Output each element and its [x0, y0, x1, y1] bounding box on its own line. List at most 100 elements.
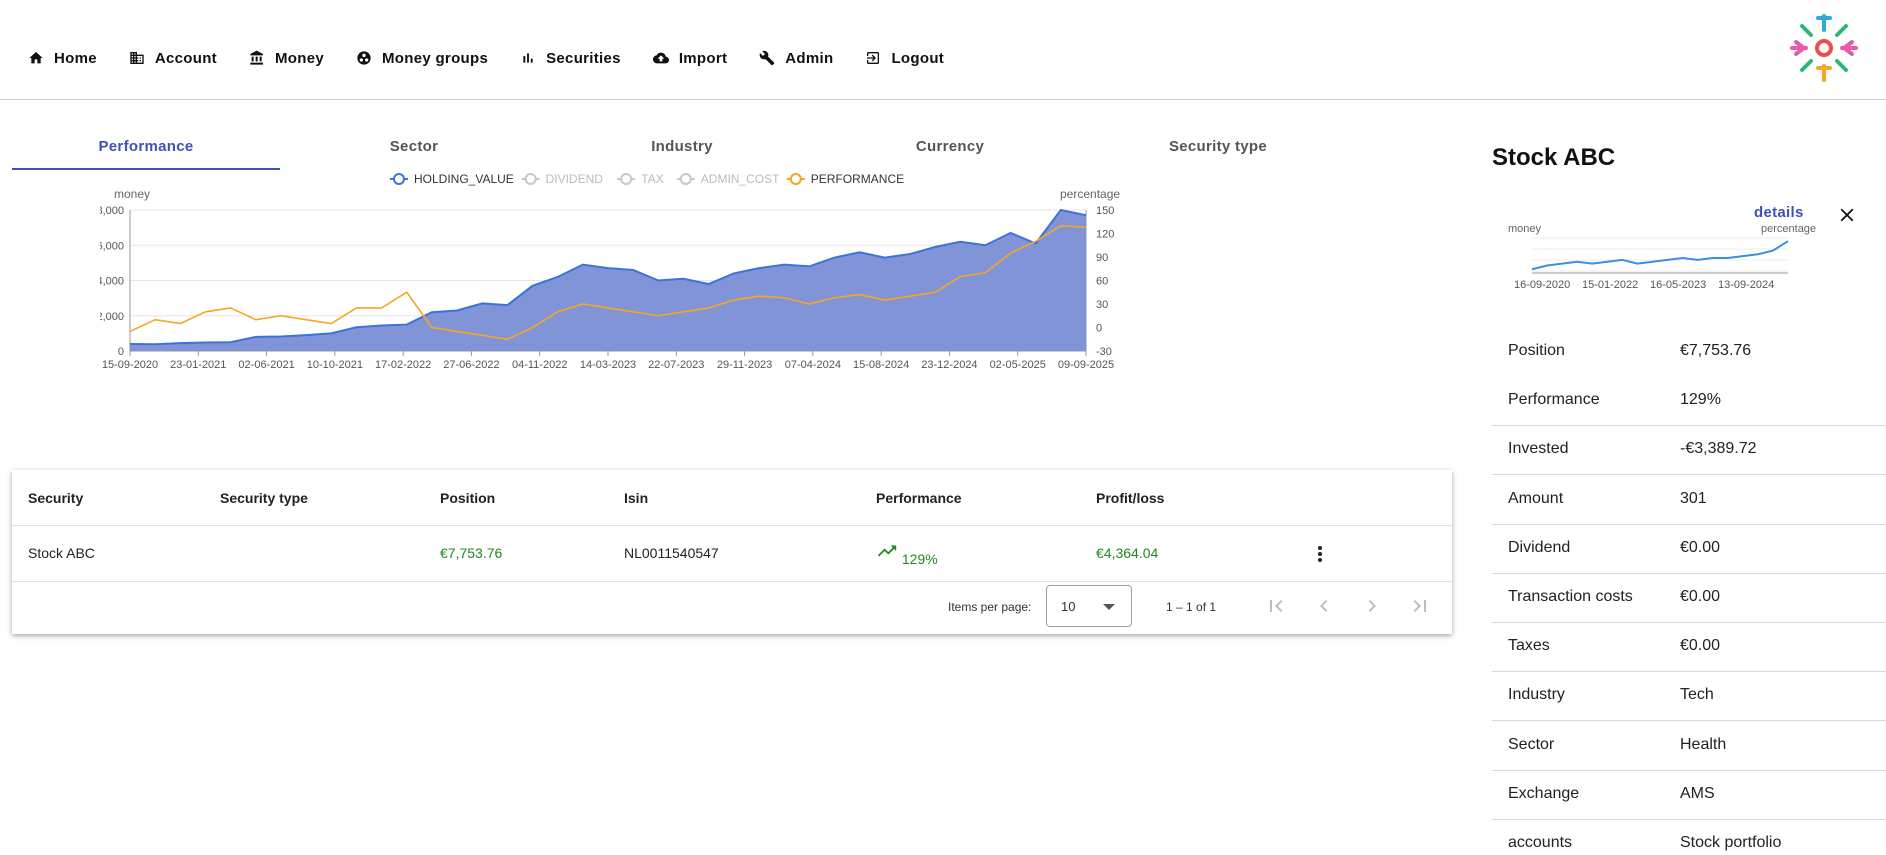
table-header: Security Security type Position Isin Per… [12, 470, 1452, 526]
header-security[interactable]: Security [28, 490, 83, 506]
detail-value: €0.00 [1680, 588, 1721, 605]
detail-key: Transaction costs [1508, 588, 1633, 605]
trending-up-icon [877, 545, 897, 557]
header-performance[interactable]: Performance [876, 490, 962, 506]
x-tick-label: 23-12-2024 [921, 359, 977, 371]
legend-marker [620, 173, 633, 185]
legend-label: ADMIN_COST [701, 172, 780, 186]
nav-money[interactable]: Money [245, 45, 338, 71]
cell-performance-value: 129% [901, 551, 938, 567]
last-page-button[interactable] [1408, 594, 1432, 618]
top-navbar: Home Account Money Money groups Securiti… [0, 0, 1886, 100]
legend-label: HOLDING_VALUE [414, 172, 514, 186]
x-tick-label: 02-06-2021 [238, 359, 294, 371]
y-tick-right: 30 [1096, 299, 1108, 311]
table-row[interactable]: Stock ABC €7,753.76 NL0011540547 129% €4… [12, 526, 1452, 582]
y-tick-right: 0 [1096, 323, 1102, 335]
legend-item-dividend[interactable]: DIVIDEND [521, 172, 604, 186]
detail-row-invested: Invested -€3,389.72 [1492, 426, 1886, 476]
wrench-icon [759, 50, 775, 66]
mini-line [1531, 240, 1789, 271]
detail-row-industry: Industry Tech [1492, 672, 1886, 722]
detail-row-transaction-costs: Transaction costs €0.00 [1492, 574, 1886, 623]
nav-account[interactable]: Account [125, 45, 231, 71]
mini-x-tick-label: 15-01-2022 [1582, 279, 1638, 291]
legend-marker [789, 173, 802, 185]
x-tick-label: 04-11-2022 [512, 359, 567, 371]
nav-home[interactable]: Home [24, 45, 111, 71]
legend-item-tax[interactable]: TAX [617, 172, 664, 186]
nav-admin[interactable]: Admin [755, 45, 847, 71]
groups-icon [357, 51, 371, 65]
first-page-icon [1270, 600, 1283, 612]
legend-label: DIVIDEND [546, 172, 604, 186]
detail-value: -€3,389.72 [1680, 440, 1757, 458]
y-tick-right: 150 [1096, 205, 1114, 217]
x-tick-label: 15-08-2024 [853, 359, 909, 371]
mini-y-label-left: money [1508, 223, 1542, 235]
bar-chart-icon [523, 53, 533, 63]
x-tick-label: 14-03-2023 [580, 359, 636, 371]
first-page-button[interactable] [1264, 594, 1288, 618]
nav-securities-label: Securities [546, 49, 621, 67]
y-axis-label-right: percentage [1060, 187, 1120, 201]
nav-logout[interactable]: Logout [861, 45, 958, 71]
mini-y-label-right: percentage [1761, 223, 1816, 235]
mini-x-tick-label: 16-09-2020 [1514, 279, 1570, 291]
dropdown-caret-icon [1103, 604, 1115, 610]
tab-sector[interactable]: Sector [280, 130, 548, 170]
cell-profit-loss: €4,364.04 [1096, 545, 1159, 561]
x-tick-label: 02-05-2025 [990, 359, 1046, 371]
legend-item-performance[interactable]: PERFORMANCE [786, 172, 904, 186]
detail-key: Exchange [1508, 784, 1580, 802]
legend-item-holding_value[interactable]: HOLDING_VALUE [390, 172, 514, 186]
more-vert-icon[interactable] [1308, 542, 1332, 566]
items-per-page-label: Items per page: [948, 600, 1032, 614]
securities-table: Security Security type Position Isin Per… [12, 470, 1452, 634]
tab-currency[interactable]: Currency [816, 130, 1084, 170]
mini-x-tick-label: 13-09-2024 [1718, 279, 1774, 291]
bank-icon [250, 50, 263, 65]
y-tick-right: 120 [1096, 229, 1114, 241]
header-security-type[interactable]: Security type [220, 490, 308, 506]
nav-import-label: Import [678, 49, 728, 67]
nav-account-label: Account [154, 49, 217, 67]
chevron-right-icon [1368, 600, 1376, 612]
legend-item-admin_cost[interactable]: ADMIN_COST [676, 172, 780, 186]
next-page-button[interactable] [1360, 594, 1384, 618]
mini-chart: money percentage 16-09-2020 15-01-2022 16-05… [1498, 218, 1878, 298]
performance-chart: HOLDING_VALUE DIVIDEND TAX ADMIN_COST PERFOR… [96, 168, 1350, 428]
paginator: Items per page: 10 1 – 1 of 1 [12, 582, 1452, 634]
x-tick-label: 17-02-2022 [375, 359, 431, 371]
detail-value: 301 [1680, 489, 1707, 507]
legend-marker [679, 173, 692, 185]
header-position[interactable]: Position [440, 490, 495, 506]
tab-performance[interactable]: Performance [12, 130, 280, 170]
previous-page-button[interactable] [1312, 594, 1336, 618]
nav-money-groups-label: Money groups [382, 49, 489, 67]
nav-import[interactable]: Import [649, 45, 741, 71]
security-detail-panel: Stock ABC details money percentage 16-09-2… [1492, 130, 1886, 855]
detail-key: Taxes [1508, 637, 1550, 655]
detail-value: Stock portfolio [1680, 834, 1782, 851]
cell-position: €7,753.76 [440, 545, 503, 561]
header-profit-loss[interactable]: Profit/loss [1096, 490, 1164, 506]
nav-securities[interactable]: Securities [516, 45, 635, 71]
y-tick-left: 2,000 [100, 311, 124, 323]
detail-value: Health [1680, 735, 1727, 753]
header-isin[interactable]: Isin [624, 490, 648, 506]
nav-money-groups[interactable]: Money groups [352, 45, 502, 71]
chart-tabs: Performance Sector Industry Currency Sec… [12, 130, 1352, 170]
tab-industry[interactable]: Industry [548, 130, 816, 170]
app-logo[interactable] [1788, 12, 1860, 84]
detail-key: accounts [1508, 834, 1573, 851]
home-icon [29, 52, 43, 64]
detail-row-performance: Performance 129% [1492, 377, 1886, 427]
page-size-select[interactable]: 10 [1046, 585, 1132, 627]
tab-security-type[interactable]: Security type [1084, 130, 1352, 170]
x-tick-label: 15-09-2020 [102, 359, 158, 371]
detail-row-dividend: Dividend €0.00 [1492, 525, 1886, 574]
y-tick-left: 0 [118, 346, 124, 358]
building-icon [130, 52, 144, 64]
nav-home-label: Home [54, 49, 97, 67]
